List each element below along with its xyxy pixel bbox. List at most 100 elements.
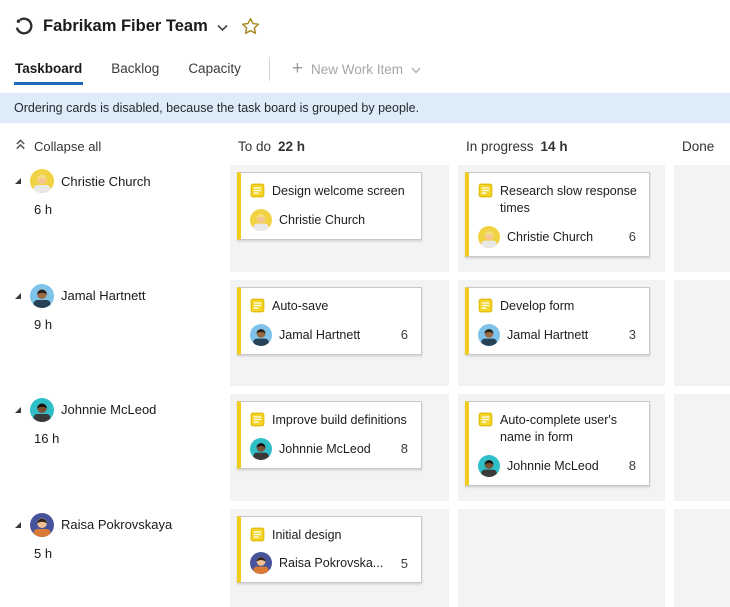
double-chevron-up-icon <box>14 138 27 154</box>
task-icon <box>478 298 493 313</box>
remaining-work[interactable]: 8 <box>401 441 413 456</box>
lane-cell-todo: Design welcome screen Christie Church <box>230 165 449 272</box>
plus-icon: + <box>292 62 303 76</box>
taskboard-rows: Christie Church 6 h Design welcome scree… <box>0 165 730 607</box>
lane-cell-done <box>674 165 730 272</box>
tab-capacity[interactable]: Capacity <box>187 53 242 85</box>
task-icon <box>250 412 265 427</box>
person-row: Christie Church 6 h Design welcome scree… <box>0 165 730 272</box>
column-header-done: Done <box>674 139 730 154</box>
task-card[interactable]: Auto-save Jamal Hartnett 6 <box>237 287 422 355</box>
card-assignee: Raisa Pokrovska... <box>279 556 383 570</box>
row-expand-icon[interactable] <box>13 520 23 530</box>
tab-taskboard[interactable]: Taskboard <box>14 53 83 85</box>
chevron-down-icon <box>411 67 421 74</box>
remaining-work[interactable]: 6 <box>629 229 641 244</box>
view-tabs: Taskboard Backlog Capacity + New Work It… <box>0 42 730 86</box>
column-hours: 14 h <box>541 139 568 154</box>
task-icon <box>250 183 265 198</box>
person-cell: Raisa Pokrovskaya 5 h <box>0 509 230 607</box>
person-cell: Jamal Hartnett 9 h <box>0 280 230 386</box>
tab-backlog[interactable]: Backlog <box>110 53 160 85</box>
task-card[interactable]: Design welcome screen Christie Church <box>237 172 422 240</box>
person-row: Jamal Hartnett 9 h Auto-save Jamal Hartn… <box>0 280 730 386</box>
assignee-avatar <box>250 209 272 231</box>
task-icon <box>478 183 493 198</box>
task-card[interactable]: Auto-complete user's name in form Johnni… <box>465 401 650 486</box>
app-header: Fabrikam Fiber Team <box>0 0 730 42</box>
card-title: Auto-save <box>272 297 328 315</box>
task-icon <box>250 298 265 313</box>
divider <box>269 57 270 81</box>
remaining-work[interactable]: 8 <box>629 458 641 473</box>
assignee-avatar <box>478 226 500 248</box>
card-assignee: Christie Church <box>507 230 593 244</box>
card-title: Auto-complete user's name in form <box>500 411 641 446</box>
person-name: Raisa Pokrovskaya <box>61 517 172 532</box>
assignee-avatar <box>250 552 272 574</box>
team-name[interactable]: Fabrikam Fiber Team <box>43 17 208 36</box>
assignee-avatar <box>250 324 272 346</box>
lane-cell-inprogress: Develop form Jamal Hartnett 3 <box>458 280 665 386</box>
card-title: Improve build definitions <box>272 411 407 429</box>
assignee-avatar <box>250 438 272 460</box>
team-logo-icon <box>14 16 34 36</box>
card-assignee: Johnnie McLeod <box>279 442 371 456</box>
collapse-all-label: Collapse all <box>34 139 101 154</box>
board-header: Collapse all To do22 h In progress14 h D… <box>0 123 730 165</box>
person-avatar <box>30 169 54 193</box>
card-assignee: Christie Church <box>279 213 365 227</box>
task-card[interactable]: Research slow response times Christie Ch… <box>465 172 650 257</box>
person-avatar <box>30 513 54 537</box>
lane-cell-todo: Initial design Raisa Pokrovska... 5 <box>230 509 449 607</box>
person-hours: 9 h <box>34 317 230 332</box>
assignee-avatar <box>478 455 500 477</box>
task-icon <box>250 527 265 542</box>
remaining-work[interactable]: 6 <box>401 327 413 342</box>
card-title: Initial design <box>272 526 342 544</box>
task-icon <box>478 412 493 427</box>
person-row: Johnnie McLeod 16 h Improve build defini… <box>0 394 730 501</box>
favorite-star-icon[interactable] <box>241 17 260 36</box>
new-work-item-label: New Work Item <box>311 62 403 77</box>
person-cell: Johnnie McLeod 16 h <box>0 394 230 501</box>
info-banner: Ordering cards is disabled, because the … <box>0 93 730 123</box>
remaining-work[interactable]: 5 <box>401 556 413 571</box>
lane-cell-done <box>674 280 730 386</box>
card-assignee: Johnnie McLeod <box>507 459 599 473</box>
chevron-down-icon[interactable] <box>217 24 228 32</box>
lane-cell-todo: Improve build definitions Johnnie McLeod… <box>230 394 449 501</box>
lane-cell-done <box>674 394 730 501</box>
row-expand-icon[interactable] <box>13 176 23 186</box>
task-card[interactable]: Improve build definitions Johnnie McLeod… <box>237 401 422 469</box>
remaining-work[interactable]: 3 <box>629 327 641 342</box>
column-header-inprogress: In progress14 h <box>458 139 674 154</box>
person-avatar <box>30 284 54 308</box>
assignee-avatar <box>478 324 500 346</box>
person-name: Christie Church <box>61 174 151 189</box>
card-assignee: Jamal Hartnett <box>507 328 588 342</box>
lane-cell-todo: Auto-save Jamal Hartnett 6 <box>230 280 449 386</box>
task-card[interactable]: Initial design Raisa Pokrovska... 5 <box>237 516 422 584</box>
lane-cell-inprogress <box>458 509 665 607</box>
row-expand-icon[interactable] <box>13 291 23 301</box>
person-hours: 16 h <box>34 431 230 446</box>
person-hours: 5 h <box>34 546 230 561</box>
person-avatar <box>30 398 54 422</box>
lane-cell-inprogress: Research slow response times Christie Ch… <box>458 165 665 272</box>
card-assignee: Jamal Hartnett <box>279 328 360 342</box>
person-cell: Christie Church 6 h <box>0 165 230 272</box>
person-row: Raisa Pokrovskaya 5 h Initial design Rai… <box>0 509 730 607</box>
person-name: Jamal Hartnett <box>61 288 146 303</box>
new-work-item-button[interactable]: + New Work Item <box>292 62 421 77</box>
task-card[interactable]: Develop form Jamal Hartnett 3 <box>465 287 650 355</box>
lane-cell-done <box>674 509 730 607</box>
person-name: Johnnie McLeod <box>61 402 156 417</box>
row-expand-icon[interactable] <box>13 405 23 415</box>
collapse-all-button[interactable]: Collapse all <box>0 138 230 154</box>
card-title: Design welcome screen <box>272 182 405 200</box>
person-hours: 6 h <box>34 202 230 217</box>
lane-cell-inprogress: Auto-complete user's name in form Johnni… <box>458 394 665 501</box>
card-title: Develop form <box>500 297 574 315</box>
column-header-todo: To do22 h <box>230 139 458 154</box>
